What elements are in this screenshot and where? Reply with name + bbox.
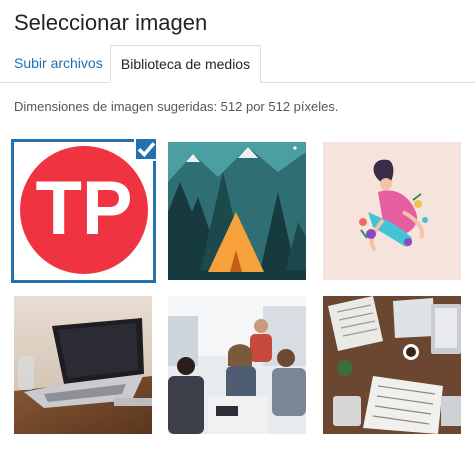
image-size-hint: Dimensiones de imagen sugeridas: 512 por… (14, 99, 339, 114)
tab-bar: Subir archivos Biblioteca de medios (0, 45, 475, 83)
selected-check-icon[interactable] (134, 139, 156, 161)
modal-title: Seleccionar imagen (14, 10, 208, 35)
media-item-office-meeting[interactable] (168, 296, 306, 434)
media-item-woman-flowers[interactable] (323, 142, 461, 280)
media-item-camping-tent[interactable] (168, 142, 306, 280)
camping-tent-image (168, 142, 306, 280)
laptop-image (14, 296, 152, 434)
media-item-tp-logo[interactable]: TP (11, 139, 156, 283)
tp-logo-text: TP (35, 166, 132, 251)
media-item-laptop[interactable] (14, 296, 152, 434)
tp-logo-image: TP (16, 144, 151, 275)
newspapers-desk-image (323, 296, 461, 434)
office-meeting-image (168, 296, 306, 434)
media-item-newspapers-desk[interactable] (323, 296, 461, 434)
tab-media-library[interactable]: Biblioteca de medios (110, 45, 261, 83)
woman-flowers-image (323, 142, 461, 280)
tab-upload-files[interactable]: Subir archivos (14, 45, 103, 81)
